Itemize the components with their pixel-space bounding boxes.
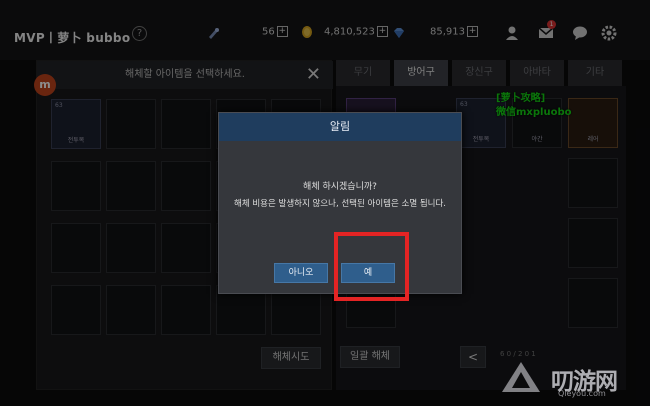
no-button[interactable]: 아니오 (274, 263, 328, 283)
highlight-box (334, 232, 409, 301)
dialog-title: 알림 (219, 113, 461, 141)
site-logo-icon (502, 362, 540, 392)
dialog-message: 해체 비용은 발생하지 않으나, 선택된 아이템은 소멸 됩니다. (234, 199, 446, 209)
game-screen: MVP丨萝卜 bubbo ? 56 + 4,810,523 + 85,913 + 1 (0, 0, 650, 406)
dialog-question: 해체 하시겠습니까? (303, 182, 377, 192)
site-url: Qieyou.com (558, 389, 606, 398)
